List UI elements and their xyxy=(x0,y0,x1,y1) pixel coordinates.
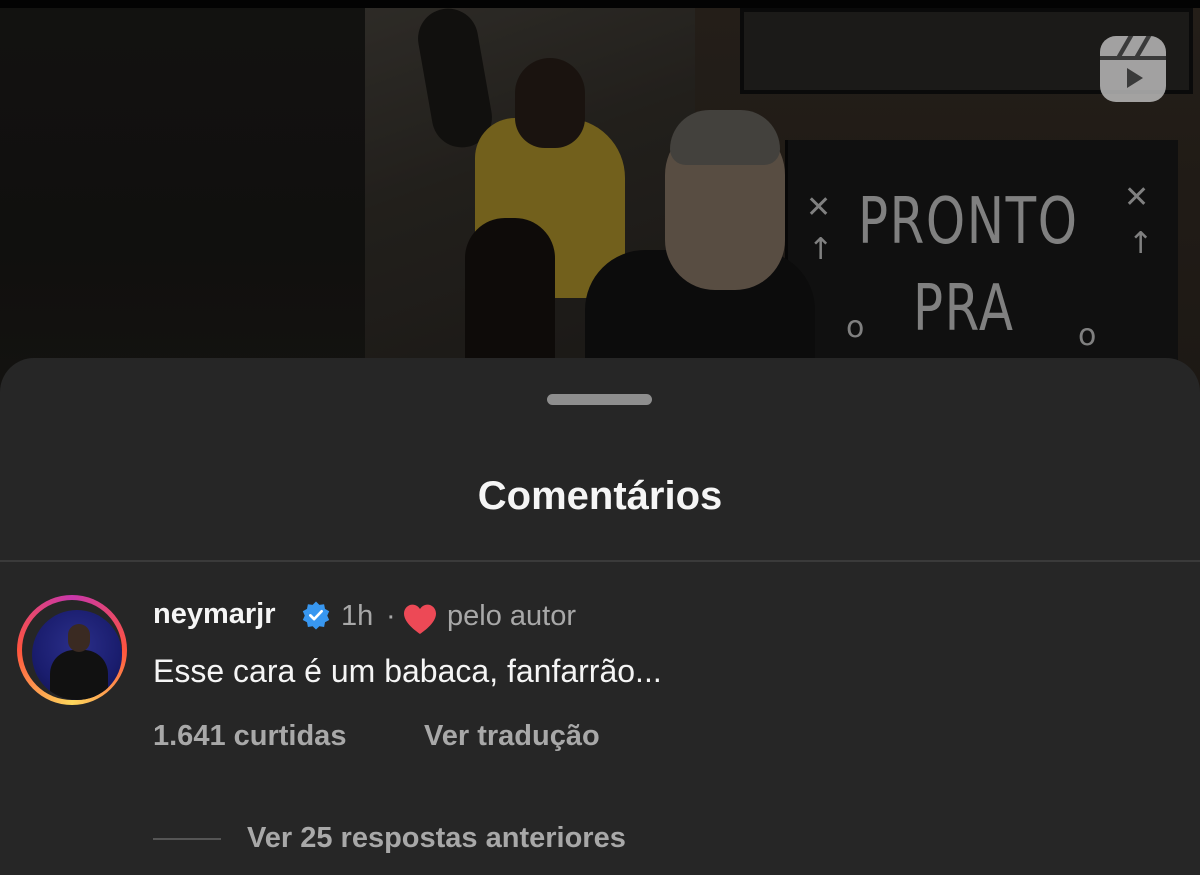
verified-badge-icon xyxy=(302,601,330,630)
reel-comments-screen: ✕ ↑ ✕ ↑ o o PRONTO PRA Comentários neyma… xyxy=(0,0,1200,875)
reel-video[interactable]: ✕ ↑ ✕ ↑ o o PRONTO PRA xyxy=(0,0,1200,400)
comment-text: Esse cara é um babaca, fanfarrão... xyxy=(153,653,662,689)
liked-by-author-label: pelo autor xyxy=(447,600,576,632)
sheet-title: Comentários xyxy=(477,474,723,518)
comments-sheet: Comentários neymarjr 1h · pelo autor Ess… xyxy=(0,358,1200,875)
sheet-drag-handle[interactable] xyxy=(547,394,652,405)
dim-overlay xyxy=(0,0,1200,400)
replies-divider-line xyxy=(153,838,221,840)
comment-likes-count[interactable]: 1.641 curtidas xyxy=(153,720,346,753)
avatar[interactable] xyxy=(17,595,127,705)
avatar-image xyxy=(32,610,122,700)
comment-time: 1h xyxy=(341,600,374,632)
see-translation-button[interactable]: Ver tradução xyxy=(424,720,600,753)
view-replies-button[interactable]: Ver 25 respostas anteriores xyxy=(247,822,626,855)
comment-username[interactable]: neymarjr xyxy=(153,598,276,631)
header-divider xyxy=(0,560,1200,562)
reels-icon[interactable] xyxy=(1100,36,1166,102)
separator-dot: · xyxy=(386,600,396,632)
heart-icon xyxy=(404,604,436,634)
